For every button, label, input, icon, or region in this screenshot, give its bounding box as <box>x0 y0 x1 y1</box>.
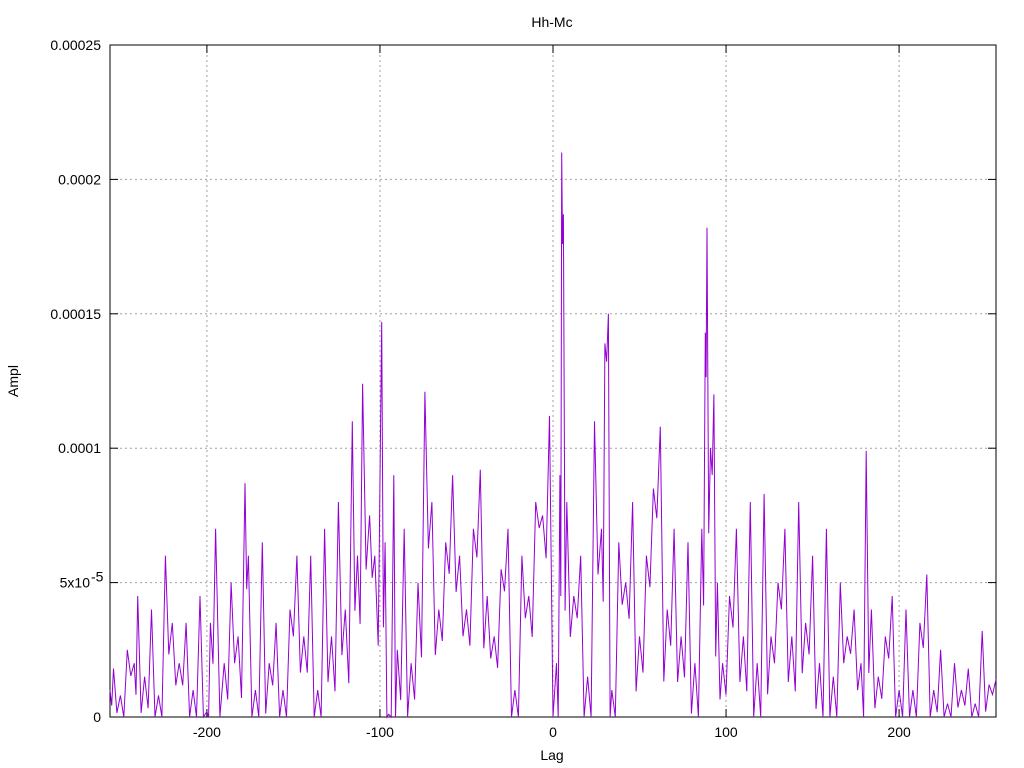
chart-canvas: Hh-Mc 05x10 -50.00010.000150.00020.00025 … <box>5 14 997 763</box>
x-tick-label: 0 <box>549 724 557 740</box>
x-tick-label: 100 <box>714 724 738 740</box>
series-line <box>109 152 997 719</box>
y-tick-label: 0.0001 <box>58 440 101 456</box>
y-tick-exponent: -5 <box>91 569 104 585</box>
chart-title: Hh-Mc <box>531 14 572 30</box>
y-tick-label: 5x10 <box>60 575 91 591</box>
x-tick-label: -100 <box>366 724 394 740</box>
y-tick-label: 0.0002 <box>58 171 101 187</box>
x-tick-label: 200 <box>887 724 911 740</box>
x-tick-label: -200 <box>193 724 221 740</box>
y-tick-label: 0 <box>93 709 101 725</box>
y-axis-label: Ampl <box>5 365 21 397</box>
y-tick-label: 0.00015 <box>50 306 101 322</box>
y-tick-label: 0.00025 <box>50 37 101 53</box>
x-axis-label: Lag <box>540 747 563 763</box>
